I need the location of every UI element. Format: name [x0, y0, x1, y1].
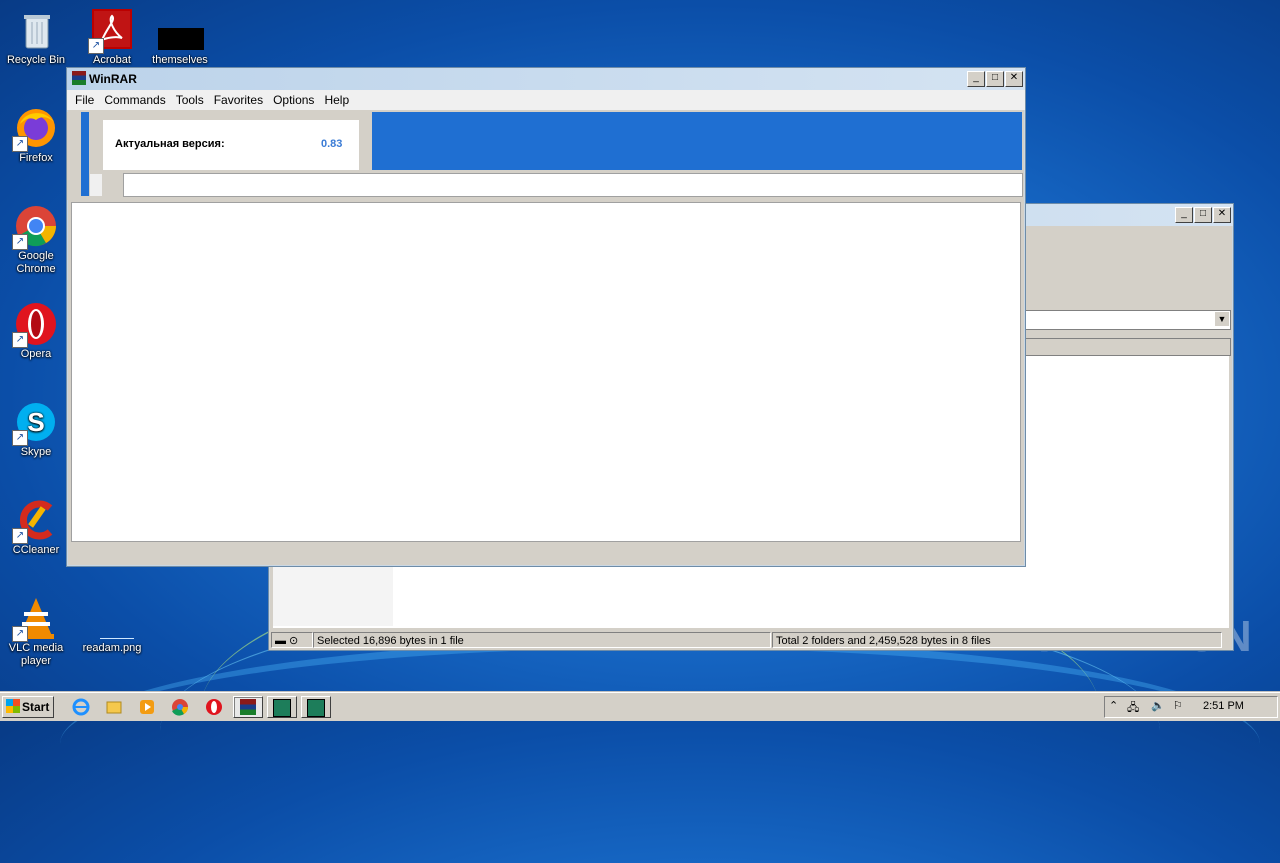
file-explorer-icon[interactable] — [105, 698, 123, 716]
version-value: 0.83 — [321, 138, 343, 150]
toolbar-area: Актуальная версия: 0.83 — [67, 112, 1023, 200]
vlc-label: VLC media player — [8, 642, 64, 667]
dropdown-arrow-icon[interactable]: ▼ — [1215, 312, 1229, 326]
shortcut-arrow-icon: ↗ — [12, 332, 28, 348]
chrome-taskbar-icon[interactable] — [171, 698, 189, 716]
task-terminal-2[interactable] — [301, 696, 331, 718]
readam-png-icon[interactable]: readam.png — [76, 596, 148, 655]
back-minimize-button[interactable]: _ — [1175, 207, 1193, 223]
task-terminal-1[interactable] — [267, 696, 297, 718]
action-center-flag-icon[interactable]: ⚐ — [1173, 699, 1183, 712]
back-close-button[interactable]: ✕ — [1213, 207, 1231, 223]
opera-taskbar-icon[interactable] — [205, 698, 223, 716]
version-banner[interactable]: Актуальная версия: 0.83 — [103, 120, 359, 170]
task-winrar-1[interactable] — [233, 696, 263, 718]
back-maximize-button[interactable]: □ — [1194, 207, 1212, 223]
start-label: Start — [22, 700, 50, 714]
menu-file[interactable]: File — [71, 90, 100, 110]
taskbar: Start ⌃ 🖧 🔈 ⚐ 2:51 PM — [0, 692, 1280, 721]
shortcut-arrow-icon: ↗ — [12, 234, 28, 250]
vlc-icon[interactable]: ↗ VLC media player — [0, 596, 72, 668]
tray-expand-icon[interactable]: ⌃ — [1109, 699, 1118, 712]
system-tray: ⌃ 🖧 🔈 ⚐ 2:51 PM — [1104, 696, 1278, 718]
start-button[interactable]: Start — [2, 696, 54, 718]
window-title: WinRAR — [89, 72, 137, 86]
shortcut-arrow-icon: ↗ — [12, 430, 28, 446]
banner-blue — [372, 112, 1022, 170]
svg-text:S: S — [27, 407, 44, 437]
firefox-label: Firefox — [19, 152, 53, 164]
version-label: Актуальная версия: — [115, 138, 225, 150]
tree-pane — [273, 566, 393, 626]
address-bar-gap — [90, 174, 102, 196]
drive-icon: ▬ ⊙ — [271, 632, 313, 648]
terminal-task-icon — [307, 699, 325, 717]
acrobat-label: Acrobat — [93, 54, 131, 66]
close-button[interactable]: ✕ — [1005, 71, 1023, 87]
shortcut-arrow-icon: ↗ — [12, 626, 28, 642]
ccleaner-label: CCleaner — [12, 544, 60, 556]
winrar-window[interactable]: WinRAR _ □ ✕ File Commands Tools Favorit… — [66, 67, 1026, 567]
windows-logo-icon — [6, 699, 20, 713]
opera-icon[interactable]: ↗ Opera — [0, 302, 72, 361]
network-icon[interactable]: 🖧 — [1127, 699, 1139, 718]
path-dropdown[interactable]: ▼ — [1025, 310, 1231, 330]
menu-help[interactable]: Help — [320, 90, 355, 110]
ccleaner-icon[interactable]: ↗ CCleaner — [0, 498, 72, 557]
skype-label: Skype — [20, 446, 52, 458]
google-chrome-label: Google Chrome — [16, 250, 56, 275]
column-header[interactable] — [1025, 338, 1231, 356]
status-bar: ▬ ⊙ Selected 16,896 bytes in 1 file Tota… — [269, 630, 1231, 650]
menu-favorites[interactable]: Favorites — [210, 90, 269, 110]
menu-tools[interactable]: Tools — [172, 90, 210, 110]
menu-commands[interactable]: Commands — [100, 90, 171, 110]
media-player-icon[interactable] — [138, 698, 156, 716]
opera-label: Opera — [20, 348, 52, 360]
shortcut-arrow-icon: ↗ — [12, 528, 28, 544]
winrar-app-icon — [72, 71, 86, 85]
volume-icon[interactable]: 🔈 — [1151, 699, 1165, 712]
winrar-titlebar[interactable]: WinRAR _ □ ✕ — [67, 68, 1025, 90]
clock[interactable]: 2:51 PM — [1203, 700, 1244, 712]
status-right: Total 2 folders and 2,459,528 bytes in 8… — [772, 632, 1222, 648]
readam-png-label: readam.png — [82, 642, 142, 654]
status-left: Selected 16,896 bytes in 1 file — [313, 632, 771, 648]
firefox-icon[interactable]: ↗ Firefox — [0, 106, 72, 165]
address-bar[interactable] — [90, 173, 1023, 197]
shortcut-arrow-icon: ↗ — [12, 136, 28, 152]
maximize-button[interactable]: □ — [986, 71, 1004, 87]
recycle-bin-icon[interactable]: Recycle Bin — [0, 8, 72, 67]
recycle-bin-label: Recycle Bin — [6, 54, 66, 66]
shortcut-arrow-icon: ↗ — [88, 38, 104, 54]
themselves-label: themselves — [152, 54, 208, 66]
google-chrome-icon[interactable]: ↗ Google Chrome — [0, 204, 72, 276]
internet-explorer-icon[interactable] — [72, 698, 90, 716]
skype-icon[interactable]: S ↗ Skype — [0, 400, 72, 459]
winrar-task-icon — [240, 699, 256, 715]
acrobat-icon[interactable]: ↗ Acrobat — [76, 8, 148, 67]
themselves-icon[interactable]: themselves — [144, 8, 216, 67]
menu-bar: File Commands Tools Favorites Options He… — [67, 90, 1025, 110]
menu-options[interactable]: Options — [269, 90, 320, 110]
content-area[interactable] — [71, 202, 1021, 542]
minimize-button[interactable]: _ — [967, 71, 985, 87]
toolbar-edge — [81, 112, 89, 196]
terminal-task-icon — [273, 699, 291, 717]
